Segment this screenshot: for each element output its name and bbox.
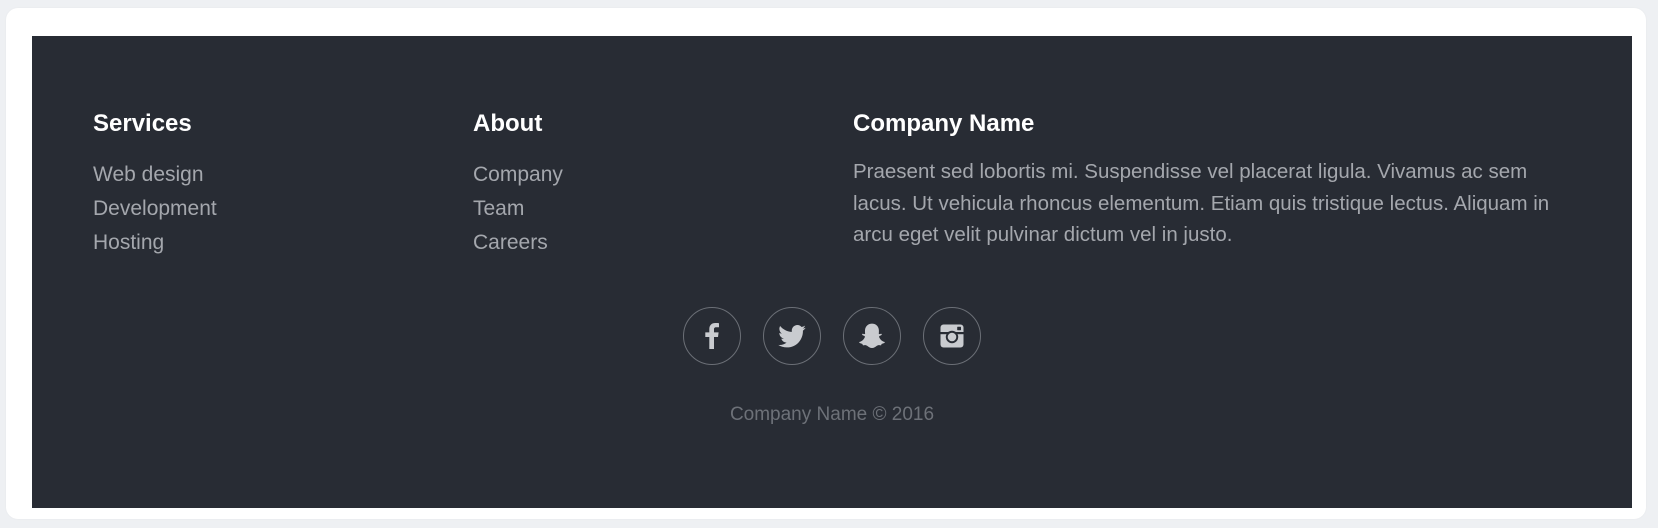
snapchat-button[interactable] xyxy=(843,307,901,365)
facebook-icon xyxy=(705,323,719,349)
link-careers[interactable]: Careers xyxy=(473,231,548,254)
page-frame: Services Web design Development Hosting … xyxy=(6,8,1646,519)
twitter-icon xyxy=(778,324,806,348)
snapchat-icon xyxy=(858,323,886,350)
services-heading: Services xyxy=(93,110,192,137)
link-development[interactable]: Development xyxy=(93,197,217,220)
company-heading: Company Name xyxy=(853,110,1035,137)
twitter-button[interactable] xyxy=(763,307,821,365)
copyright-text: Company Name © 2016 xyxy=(729,404,935,425)
footer-column-about: About Company Team Careers xyxy=(473,111,563,260)
services-list-item: Development xyxy=(93,192,217,226)
about-link-list: Company Team Careers xyxy=(473,158,563,260)
facebook-button[interactable] xyxy=(683,307,741,365)
site-footer: Services Web design Development Hosting … xyxy=(32,36,1632,508)
services-list-item: Hosting xyxy=(93,226,217,260)
footer-column-services: Services Web design Development Hosting xyxy=(93,111,217,260)
instagram-button[interactable] xyxy=(923,307,981,365)
link-hosting[interactable]: Hosting xyxy=(93,231,164,254)
services-link-list: Web design Development Hosting xyxy=(93,158,217,260)
about-list-item: Careers xyxy=(473,226,563,260)
about-heading: About xyxy=(473,110,543,137)
link-company[interactable]: Company xyxy=(473,163,563,186)
company-description: Praesent sed lobortis mi. Suspendisse ve… xyxy=(853,160,1550,246)
about-list-item: Company xyxy=(473,158,563,192)
social-links xyxy=(32,307,1632,365)
link-web-design[interactable]: Web design xyxy=(93,163,204,186)
link-team[interactable]: Team xyxy=(473,197,524,220)
footer-column-company: Company Name Praesent sed lobortis mi. S… xyxy=(853,111,1573,251)
services-list-item: Web design xyxy=(93,158,217,192)
about-list-item: Team xyxy=(473,192,563,226)
instagram-icon xyxy=(940,324,964,348)
